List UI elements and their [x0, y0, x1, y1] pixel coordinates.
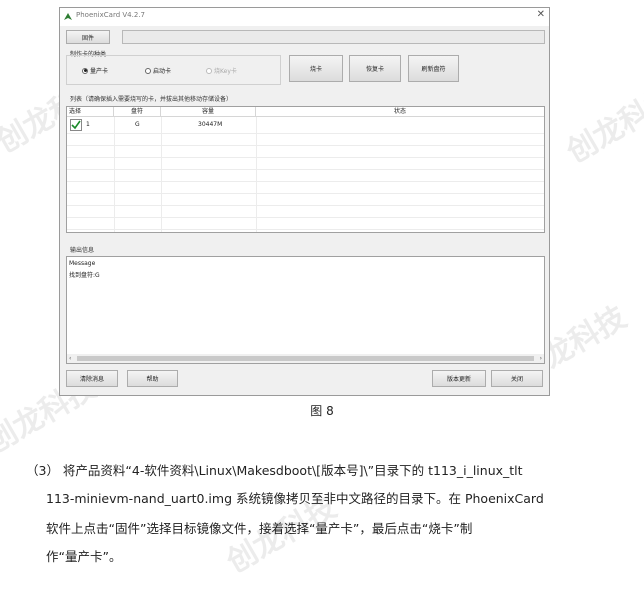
close-icon[interactable]: ✕	[537, 9, 545, 20]
device-list-label: 列表（请确保插入需要烧写的卡，并拔出其他移动存储设备）	[70, 96, 233, 103]
list-header: 选择 盘符 容量 状态	[67, 107, 544, 117]
row-index: 1	[86, 121, 90, 128]
column-capacity[interactable]: 容量	[161, 107, 256, 117]
column-select[interactable]: 选择	[67, 107, 114, 117]
scroll-left-icon[interactable]: ‹	[69, 354, 71, 363]
phoenix-app-icon	[64, 13, 72, 20]
radio-mass-production-card[interactable]: 量产卡	[82, 66, 108, 75]
paragraph-line: 软件上点击“固件”选择目标镜像文件，接着选择“量产卡”，最后点击“烧卡”制	[46, 521, 473, 536]
radio-label: 启动卡	[153, 68, 172, 75]
table-row[interactable]: 1 G 30447M	[67, 118, 544, 134]
phoenixcard-window: PhoenixCard V4.2.7 ✕ 固件 制作卡的种类 量产卡 启动卡 烧…	[59, 7, 550, 396]
output-line: 找到盘符:G	[69, 272, 100, 279]
paragraph-line: 113-minievm-nand_uart0.img 系统镜像拷贝至非中文路径的…	[46, 491, 544, 506]
paragraph-line: （3） 将产品资料“4-软件资料\Linux\Makesdboot\[版本号]\…	[26, 463, 523, 478]
radio-label: 烧Key卡	[214, 68, 237, 75]
title-bar: PhoenixCard V4.2.7 ✕	[60, 8, 549, 26]
scroll-right-icon[interactable]: ›	[540, 354, 542, 363]
close-button[interactable]: 关闭	[491, 370, 543, 387]
device-list[interactable]: 选择 盘符 容量 状态 1 G 30447M	[66, 106, 545, 233]
watermark: 创龙科技	[561, 79, 644, 171]
row-drive: G	[135, 121, 140, 128]
scrollbar-thumb[interactable]	[77, 356, 534, 361]
radio-key-card: 烧Key卡	[206, 66, 237, 75]
select-checkbox[interactable]	[70, 119, 82, 131]
output-textarea[interactable]: Message 找到盘符:G ‹ ›	[66, 256, 545, 364]
radio-label: 量产卡	[90, 68, 109, 75]
radio-unselected-icon	[206, 67, 212, 74]
column-drive[interactable]: 盘符	[114, 107, 161, 117]
column-status[interactable]: 状态	[256, 107, 544, 117]
firmware-path-input[interactable]	[122, 30, 545, 44]
output-label: 输出信息	[70, 247, 95, 254]
help-button[interactable]: 帮助	[127, 370, 178, 387]
clear-messages-button[interactable]: 清除消息	[66, 370, 118, 387]
refresh-drive-button[interactable]: 刷新盘符	[408, 55, 459, 82]
paragraph-line: 作“量产卡”。	[46, 549, 122, 564]
row-capacity: 30447M	[198, 121, 223, 128]
radio-selected-icon	[82, 67, 88, 74]
radio-boot-card[interactable]: 启动卡	[145, 66, 171, 75]
horizontal-scrollbar[interactable]: ‹ ›	[67, 354, 544, 363]
firmware-button[interactable]: 固件	[66, 30, 110, 44]
version-update-button[interactable]: 版本更新	[432, 370, 486, 387]
radio-unselected-icon	[145, 67, 151, 74]
figure-caption: 图 8	[310, 404, 334, 418]
burn-card-button[interactable]: 烧卡	[289, 55, 343, 82]
checkmark-icon	[71, 120, 81, 130]
output-line: Message	[69, 260, 96, 267]
window-title: PhoenixCard V4.2.7	[76, 11, 145, 19]
restore-card-button[interactable]: 恢复卡	[349, 55, 401, 82]
